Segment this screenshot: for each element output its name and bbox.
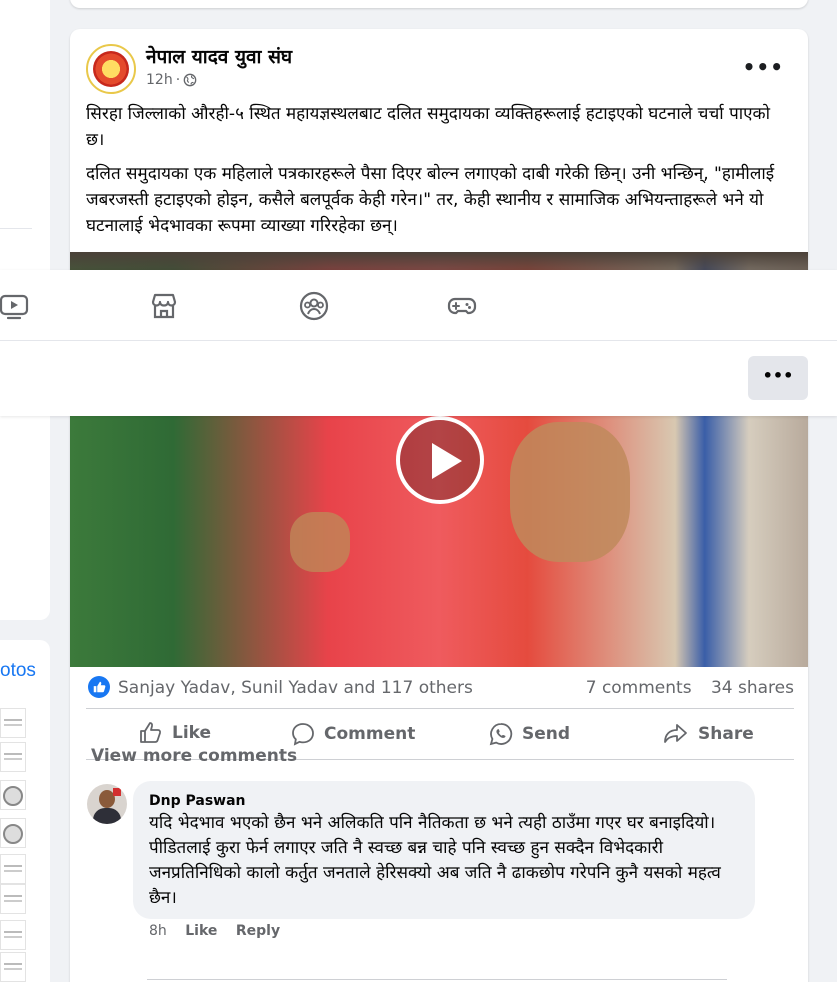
view-more-comments-link[interactable]: View more comments bbox=[91, 746, 297, 766]
navigation-bar: ••• bbox=[0, 270, 837, 416]
divider bbox=[0, 228, 32, 229]
post-text: सिरहा जिल्लाको औरही-५ स्थित महायज्ञस्थलब… bbox=[86, 101, 786, 247]
share-label: Share bbox=[698, 724, 754, 744]
comment-label: Comment bbox=[324, 724, 416, 744]
comment-bubble: Dnp Paswan यदि भेदभाव भएको छैन भने अलिकत… bbox=[133, 781, 755, 919]
comment-text: यदि भेदभाव भएको छैन भने अलिकति पनि नैतिक… bbox=[149, 813, 721, 908]
comment-avatar[interactable] bbox=[87, 784, 127, 824]
groups-icon[interactable] bbox=[298, 290, 330, 322]
previous-post-card bbox=[70, 0, 808, 8]
comment-author[interactable]: Dnp Paswan bbox=[149, 793, 246, 809]
comment-time[interactable]: 8h bbox=[149, 923, 167, 939]
post-options-button[interactable]: ••• bbox=[743, 55, 784, 79]
reactions-bar: Sanjay Yadav, Sunil Yadav and 117 others… bbox=[86, 674, 794, 704]
photo-thumbnail[interactable] bbox=[0, 708, 26, 738]
share-button[interactable]: Share bbox=[662, 721, 754, 747]
shares-count[interactable]: 34 shares bbox=[711, 678, 794, 698]
page-name[interactable]: नेपाल यादव युवा संघ bbox=[146, 43, 292, 69]
page-avatar[interactable] bbox=[86, 44, 136, 94]
photo-thumbnail[interactable] bbox=[0, 780, 26, 810]
photo-thumbnail[interactable] bbox=[0, 952, 26, 982]
like-label: Like bbox=[172, 723, 212, 743]
post-paragraph: दलित समुदायका एक महिलाले पत्रकारहरूले पै… bbox=[86, 164, 775, 236]
comments-count[interactable]: 7 comments bbox=[586, 678, 692, 698]
comment-reply-button[interactable]: Reply bbox=[236, 923, 280, 939]
photo-thumbnail[interactable] bbox=[0, 884, 26, 914]
photos-link[interactable]: otos bbox=[0, 660, 36, 682]
like-reaction-icon[interactable] bbox=[88, 676, 110, 698]
engagement-counts: 7 comments 34 shares bbox=[572, 678, 794, 698]
photo-thumbnail[interactable] bbox=[0, 818, 26, 848]
video-icon[interactable] bbox=[0, 290, 30, 322]
gaming-icon[interactable] bbox=[446, 290, 478, 322]
share-icon bbox=[664, 724, 687, 743]
comment-like-button[interactable]: Like bbox=[185, 923, 217, 939]
divider bbox=[0, 340, 837, 341]
like-button[interactable]: Like bbox=[138, 721, 211, 745]
photo-thumbnail[interactable] bbox=[0, 742, 26, 772]
whatsapp-icon bbox=[489, 723, 513, 746]
globe-icon bbox=[183, 73, 197, 87]
comment-icon bbox=[292, 723, 314, 746]
divider bbox=[86, 708, 794, 709]
more-options-button[interactable]: ••• bbox=[748, 356, 808, 400]
marketplace-icon[interactable] bbox=[148, 290, 180, 322]
photo-thumbnail[interactable] bbox=[0, 854, 26, 884]
photo-thumbnail[interactable] bbox=[0, 920, 26, 950]
meta-separator: · bbox=[175, 72, 181, 88]
send-button[interactable]: Send bbox=[488, 721, 570, 747]
like-icon bbox=[140, 722, 162, 743]
divider bbox=[147, 979, 727, 980]
post-meta: 12h · bbox=[146, 72, 197, 88]
comment-meta: 8h Like Reply bbox=[149, 923, 294, 939]
send-label: Send bbox=[522, 724, 571, 744]
comment-button[interactable]: Comment bbox=[290, 721, 415, 747]
post-time[interactable]: 12h bbox=[146, 72, 173, 88]
play-icon[interactable] bbox=[396, 416, 484, 504]
reactors-text[interactable]: Sanjay Yadav, Sunil Yadav and 117 others bbox=[118, 678, 473, 698]
post-paragraph: सिरहा जिल्लाको औरही-५ स्थित महायज्ञस्थलब… bbox=[86, 104, 771, 150]
